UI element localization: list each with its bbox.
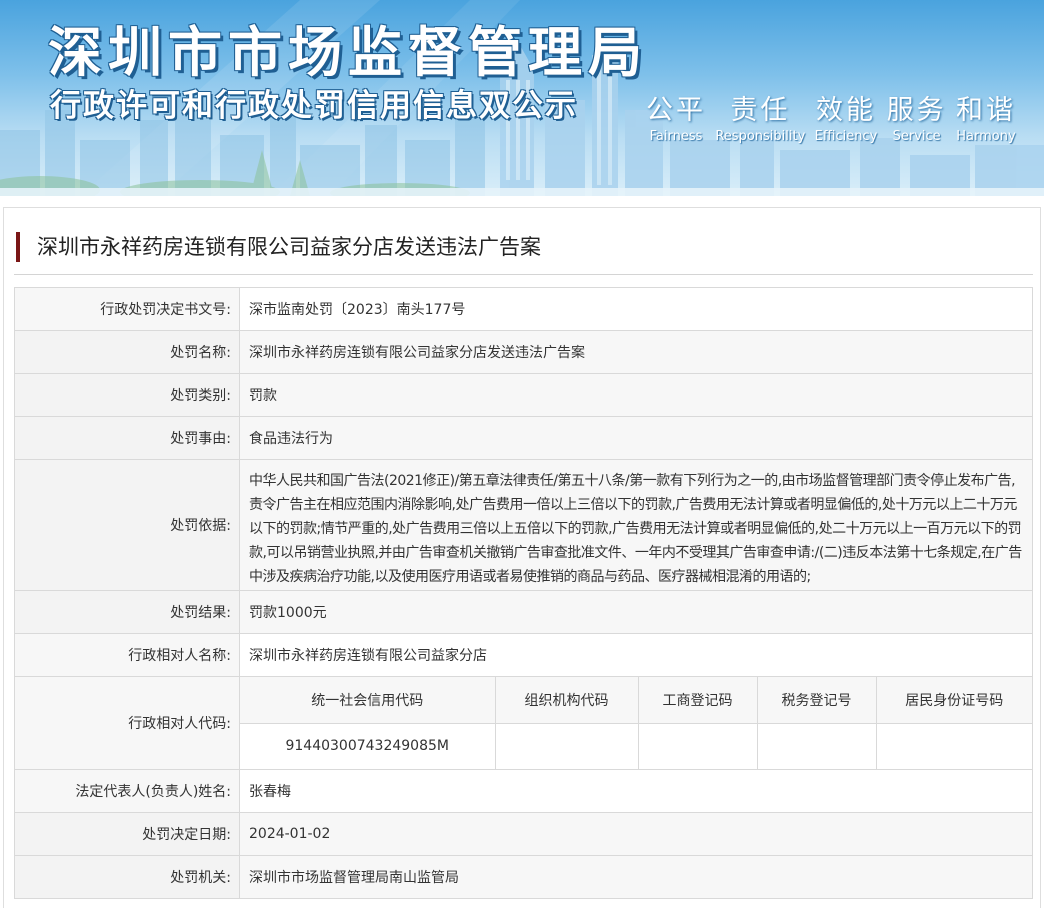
penalty-reason-value: 食品违法行为 bbox=[239, 416, 1033, 460]
row-penalty-result: 处罚结果: 罚款1000元 bbox=[14, 590, 1033, 634]
site-subtitle: 行政许可和行政处罚信用信息双公示 bbox=[50, 88, 578, 124]
party-code-table: 统一社会信用代码 组织机构代码 工商登记码 税务登记号 居民身份证号码 9144… bbox=[240, 677, 1032, 769]
legal-rep-value: 张春梅 bbox=[239, 769, 1033, 813]
value-label-en: Fairness bbox=[649, 129, 703, 144]
field-label: 处罚类别: bbox=[14, 373, 240, 417]
row-penalty-reason: 处罚事由: 食品违法行为 bbox=[14, 416, 1033, 460]
authority-value: 深圳市市场监督管理局南山监管局 bbox=[239, 855, 1033, 899]
value-label: 责任 bbox=[730, 95, 791, 126]
decision-number-value: 深市监南处罚〔2023〕南头177号 bbox=[239, 287, 1033, 331]
id-card-value bbox=[875, 722, 1032, 769]
penalty-result-value: 罚款1000元 bbox=[239, 590, 1033, 634]
penalty-basis-cell: 中华人民共和国广告法(2021修正)/第五章法律责任/第五十八条/第一款有下列行… bbox=[239, 459, 1033, 591]
field-label: 处罚依据: bbox=[14, 459, 240, 591]
code-header: 居民身份证号码 bbox=[875, 677, 1032, 724]
core-values: 公平 Fairness 责任 Responsibility 效能 Efficie… bbox=[646, 88, 1016, 144]
penalty-name-value: 深圳市永祥药房连锁有限公司益家分店发送违法广告案 bbox=[239, 330, 1033, 374]
row-penalty-name: 处罚名称: 深圳市永祥药房连锁有限公司益家分店发送违法广告案 bbox=[14, 330, 1033, 374]
value-harmony: 和谐 Harmony bbox=[956, 88, 1016, 144]
case-title: 深圳市永祥药房连锁有限公司益家分店发送违法广告案 bbox=[16, 232, 541, 262]
value-fairness: 公平 Fairness bbox=[646, 88, 706, 144]
code-value-row: 91440300743249085M bbox=[240, 722, 1032, 769]
value-label-en: Responsibility bbox=[715, 129, 806, 144]
field-label: 处罚事由: bbox=[14, 416, 240, 460]
value-service: 服务 Service bbox=[887, 88, 947, 144]
value-label: 效能 bbox=[815, 95, 876, 126]
site-title: 深圳市市场监督管理局 bbox=[48, 21, 648, 84]
code-header: 组织机构代码 bbox=[494, 677, 639, 724]
field-label: 处罚机关: bbox=[14, 855, 240, 899]
business-reg-value bbox=[637, 722, 758, 769]
field-label: 处罚名称: bbox=[14, 330, 240, 374]
code-header: 税务登记号 bbox=[756, 677, 877, 724]
field-label: 法定代表人(负责人)姓名: bbox=[14, 769, 240, 813]
row-decision-date: 处罚决定日期: 2024-01-02 bbox=[14, 812, 1033, 856]
field-label: 行政处罚决定书文号: bbox=[14, 287, 240, 331]
value-label: 和谐 bbox=[956, 95, 1016, 126]
credit-code-value: 91440300743249085M bbox=[240, 722, 496, 769]
row-party-name: 行政相对人名称: 深圳市永祥药房连锁有限公司益家分店 bbox=[14, 633, 1033, 677]
value-label-en: Efficiency bbox=[814, 129, 878, 144]
row-penalty-basis: 处罚依据: 中华人民共和国广告法(2021修正)/第五章法律责任/第五十八条/第… bbox=[14, 459, 1033, 591]
penalty-type-value: 罚款 bbox=[239, 373, 1033, 417]
penalty-basis-value: 中华人民共和国广告法(2021修正)/第五章法律责任/第五十八条/第一款有下列行… bbox=[249, 473, 1022, 585]
code-header-row: 统一社会信用代码 组织机构代码 工商登记码 税务登记号 居民身份证号码 bbox=[240, 677, 1032, 724]
row-decision-no: 行政处罚决定书文号: 深市监南处罚〔2023〕南头177号 bbox=[14, 287, 1033, 331]
field-label: 处罚结果: bbox=[14, 590, 240, 634]
field-label: 行政相对人名称: bbox=[14, 633, 240, 677]
row-penalty-type: 处罚类别: 罚款 bbox=[14, 373, 1033, 417]
value-label-en: Service bbox=[892, 129, 941, 144]
party-name-value: 深圳市永祥药房连锁有限公司益家分店 bbox=[239, 633, 1033, 677]
field-label: 处罚决定日期: bbox=[14, 812, 240, 856]
code-header: 工商登记码 bbox=[637, 677, 758, 724]
row-authority: 处罚机关: 深圳市市场监督管理局南山监管局 bbox=[14, 855, 1033, 899]
case-detail-panel: 深圳市永祥药房连锁有限公司益家分店发送违法广告案 行政处罚决定书文号: 深市监南… bbox=[3, 207, 1041, 908]
tax-reg-value bbox=[756, 722, 877, 769]
case-info-table: 行政处罚决定书文号: 深市监南处罚〔2023〕南头177号 处罚名称: 深圳市永… bbox=[14, 287, 1033, 899]
code-header: 统一社会信用代码 bbox=[240, 677, 496, 724]
party-code-cell: 统一社会信用代码 组织机构代码 工商登记码 税务登记号 居民身份证号码 9144… bbox=[239, 676, 1033, 770]
row-party-code: 行政相对人代码: 统一社会信用代码 组织机构代码 工商登记码 税务登记号 居民身… bbox=[14, 676, 1033, 770]
value-label-en: Harmony bbox=[956, 129, 1016, 144]
value-responsibility: 责任 Responsibility bbox=[715, 88, 805, 144]
header-banner: 深圳市市场监督管理局 行政许可和行政处罚信用信息双公示 公平 Fairness … bbox=[0, 0, 1044, 196]
org-code-value bbox=[494, 722, 639, 769]
row-legal-rep: 法定代表人(负责人)姓名: 张春梅 bbox=[14, 769, 1033, 813]
value-label: 公平 bbox=[646, 95, 706, 126]
field-label: 行政相对人代码: bbox=[14, 676, 240, 770]
decision-date-value: 2024-01-02 bbox=[239, 812, 1033, 856]
value-label: 服务 bbox=[886, 95, 947, 126]
value-efficiency: 效能 Efficiency bbox=[815, 88, 878, 144]
title-divider bbox=[14, 274, 1033, 275]
